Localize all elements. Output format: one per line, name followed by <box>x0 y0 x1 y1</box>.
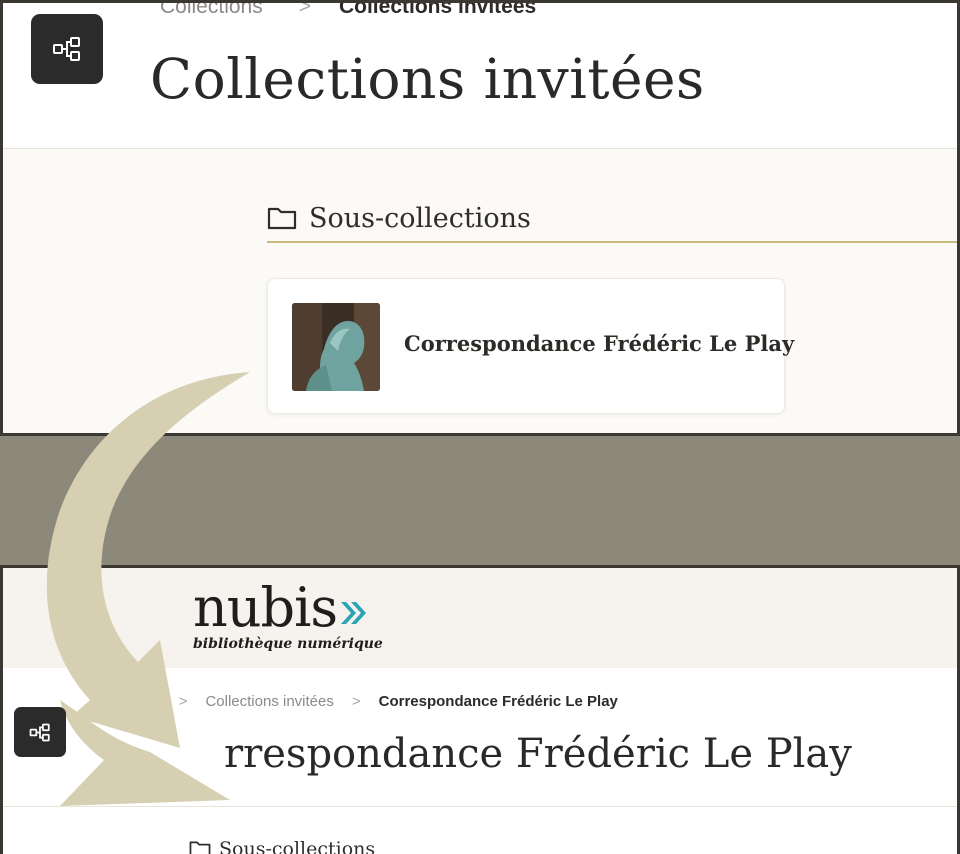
folder-icon <box>267 207 297 230</box>
breadcrumb-link-collections[interactable]: Collections <box>160 3 263 18</box>
folder-icon <box>189 841 211 854</box>
breadcrumb-current: Correspondance Frédéric Le Play <box>378 693 618 710</box>
breadcrumb-link-collections-invitees[interactable]: Collections invitées <box>205 693 333 710</box>
logo-wordmark: nubis <box>193 576 338 639</box>
tree-view-button[interactable] <box>31 14 103 84</box>
brand-header <box>3 568 957 668</box>
breadcrumb-bottom: le > Collections invitées > Correspondance F… <box>103 693 618 710</box>
divider <box>3 806 957 807</box>
breadcrumb-separator: > <box>298 0 311 18</box>
breadcrumb-fragment[interactable]: le <box>103 693 115 710</box>
subcollections-label: Sous-collections <box>309 202 531 234</box>
collection-thumbnail <box>292 303 380 391</box>
double-chevron-logo-icon <box>341 602 367 624</box>
breadcrumb: Collections > Collections invitées <box>160 0 537 19</box>
subcollections-label: Sous-collections <box>219 838 376 854</box>
tree-view-button-bottom[interactable] <box>14 707 66 757</box>
collection-card-title: Correspondance Frédéric Le Play <box>404 331 795 356</box>
sitemap-icon <box>53 37 80 61</box>
subcollections-header: Sous-collections <box>267 195 957 243</box>
collection-card[interactable]: Correspondance Frédéric Le Play <box>267 278 794 414</box>
logo-tagline: bibliothèque numérique <box>193 636 383 652</box>
nubis-logo[interactable]: nubis bibliothèque numérique <box>193 576 383 652</box>
page-title: Collections invitées <box>150 47 705 111</box>
breadcrumb-current: Collections invitées <box>338 0 537 18</box>
bottom-screenshot-panel: nubis bibliothèque numérique le > Collecti… <box>0 565 960 854</box>
subcollections-header-bottom: Sous-collections <box>189 838 375 854</box>
breadcrumb-separator: > <box>178 693 188 710</box>
sitemap-icon <box>29 723 50 741</box>
breadcrumb-separator: > <box>351 693 361 710</box>
top-screenshot-panel: Collections > Collections invitées Collect… <box>0 0 960 436</box>
page-title-bottom: rrespondance Frédéric Le Play <box>224 731 852 777</box>
